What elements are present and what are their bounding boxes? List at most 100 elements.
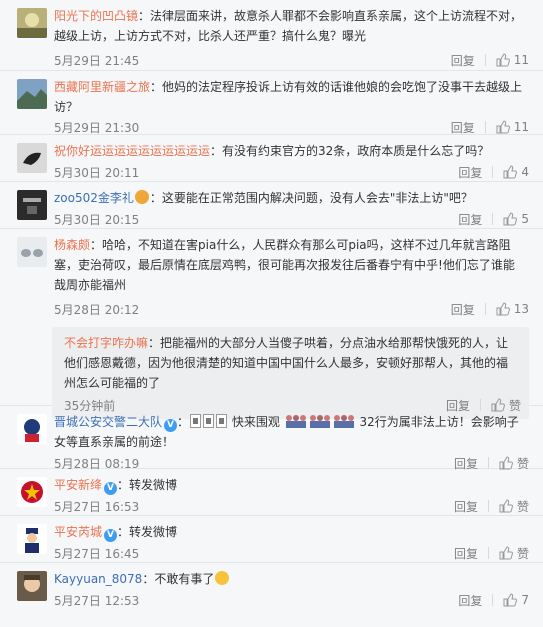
comment-body-mid: 快来围观 [231,415,280,429]
reply-button[interactable]: 回复 [454,545,488,562]
comment-body: ：有没有约束官方的32条，政府本质是什么忘了吗？ [210,144,490,158]
comment-actions: 回复 7 [458,592,529,609]
username-link[interactable]: 晋城公安交警二大队 [54,415,162,429]
comment-actions: 回复 13 [451,301,529,318]
avatar[interactable] [17,190,47,220]
reply-button[interactable]: 回复 [451,301,485,318]
timestamp: 5月29日 21:30 [54,120,140,135]
timestamp: 5月27日 12:53 [54,593,140,608]
comment-actions: 回复 赞 [454,498,529,515]
like-button[interactable]: 13 [496,302,529,316]
film-emoji-icon [203,414,215,428]
comment-item: zoo502金李礼 ：这要能在正常范围内解决问题，没有人会去"非法上访"吧？ 5月… [0,182,543,229]
verified-v-icon: V [104,529,118,542]
crowd-emoji-icon [333,415,354,428]
divider [484,121,486,133]
comment-item: Kayyuan_8078：不敢有事了 5月27日 12:53 回复 7 [0,563,543,615]
verified-v-icon: V [104,482,118,495]
sub-reply-text: 不会打字咋办嘛：把能福州的大部分人当傻子哄着，分点油水给那帮快饿死的人，让他们感… [64,333,521,393]
avatar[interactable] [17,237,47,267]
reply-button[interactable]: 回复 [458,164,492,181]
like-count: 4 [521,165,529,179]
thumbs-up-icon [496,120,510,134]
reply-button[interactable]: 回复 [451,119,485,136]
avatar[interactable] [17,414,47,444]
like-button[interactable]: 4 [503,165,529,179]
avatar[interactable] [17,524,47,554]
comment-item: 平安芮城 V ：转发微博 5月27日 16:45 回复 赞 [0,516,543,563]
like-count: 7 [521,593,529,607]
like-button[interactable]: 7 [503,593,529,607]
like-count: 11 [513,53,529,67]
comment-item: 晋城公安交警二大队 V： 快来围观 32行为属非法上访！会影响子女等直系亲属的前途… [0,406,543,471]
comment-meta: 5月27日 12:53 回复 7 [54,588,529,612]
like-button[interactable]: 赞 [499,498,529,515]
comment-meta: 5月29日 21:45 回复 11 [54,48,529,72]
comment-body-prefix: ： [177,415,190,429]
username-link[interactable]: 西藏阿里新疆之旅 [54,80,150,94]
comment-item: 阳光下的凹凸镜：法律层面来讲，故意杀人罪都不会影响直系亲属，这个上访流程不对，越… [0,0,543,71]
comment-meta: 5月30日 20:11 回复 4 [54,160,529,184]
avatar[interactable] [17,79,47,109]
reply-button[interactable]: 回复 [458,592,492,609]
comment-text: 平安芮城 V ：转发微博 [54,522,529,542]
comment-text: zoo502金李礼 ：这要能在正常范围内解决问题，没有人会去"非法上访"吧？ [54,188,529,208]
comment-meta: 5月30日 20:15 回复 5 [54,207,529,231]
divider [487,547,489,559]
reply-button[interactable]: 回复 [458,211,492,228]
comment-actions: 回复 4 [458,164,529,181]
thumbs-up-icon [499,546,513,560]
avatar[interactable] [17,143,47,173]
divider [492,213,494,225]
username-link[interactable]: 阳光下的凹凸镜 [54,9,138,23]
like-count: 5 [521,212,529,226]
thumbs-up-icon [496,53,510,67]
divider [484,54,486,66]
thumbs-up-icon [503,212,518,226]
like-button[interactable]: 11 [496,53,529,67]
thumbs-up-icon [503,593,518,607]
username-link[interactable]: 杨森颇 [54,238,90,252]
like-label: 赞 [516,546,529,561]
avatar[interactable] [17,571,47,601]
thumbs-up-icon [499,499,513,513]
timestamp: 5月27日 16:45 [54,546,140,561]
like-button[interactable]: 赞 [499,545,529,562]
comment-body: ：转发微博 [117,525,178,539]
divider [484,303,486,315]
comment-item: 平安新绛 V ：转发微博 5月27日 16:53 回复 赞 [0,469,543,516]
thumbs-up-icon [499,456,513,470]
like-button[interactable]: 11 [496,120,529,134]
comment-text: 祝你好运运运运运运运运运运：有没有约束官方的32条，政府本质是什么忘了吗？ [54,141,529,161]
reply-button[interactable]: 回复 [451,52,485,69]
crowd-emoji-icon [309,415,330,428]
divider [492,594,494,606]
surprised-emoji-icon [215,571,230,585]
timestamp: 5月27日 16:53 [54,499,140,514]
comment-actions: 回复 5 [458,211,529,228]
comment-body: ：转发微博 [117,478,178,492]
comment-body: ：哈哈，不知道在害pia什么，人民群众有那么可pia吗，这样不过几年就言路阻塞，… [54,238,515,292]
like-label: 赞 [516,499,529,514]
avatar[interactable] [17,477,47,507]
timestamp: 5月29日 21:45 [54,53,140,68]
reply-button[interactable]: 回复 [454,498,488,515]
username-link[interactable]: 平安新绛 [54,478,102,492]
comment-list: 阳光下的凹凸镜：法律层面来讲，故意杀人罪都不会影响直系亲属，这个上访流程不对，越… [0,0,543,627]
comment-item: 杨森颇：哈哈，不知道在害pia什么，人民群众有那么可pia吗，这样不过几年就言路… [0,229,543,419]
username-link[interactable]: 祝你好运运运运运运运运运运 [54,144,210,158]
username-link[interactable]: Kayyuan_8078 [54,572,142,586]
timestamp: 5月30日 20:15 [54,212,140,227]
comment-meta: 5月27日 16:45 回复 赞 [54,541,529,565]
comment-text: 晋城公安交警二大队 V： 快来围观 32行为属非法上访！会影响子女等直系亲属的前途… [54,412,529,452]
comment-meta: 5月28日 20:12 回复 13 [54,297,529,321]
username-link[interactable]: 不会打字咋办嘛 [64,336,148,350]
avatar[interactable] [17,8,47,38]
username-link[interactable]: 平安芮城 [54,525,102,539]
comment-text: Kayyuan_8078：不敢有事了 [54,569,529,589]
comment-actions: 回复 11 [451,119,529,136]
like-count: 11 [513,120,529,134]
like-count: 13 [513,302,529,316]
like-button[interactable]: 5 [503,212,529,226]
username-link[interactable]: zoo502金李礼 [54,191,134,205]
